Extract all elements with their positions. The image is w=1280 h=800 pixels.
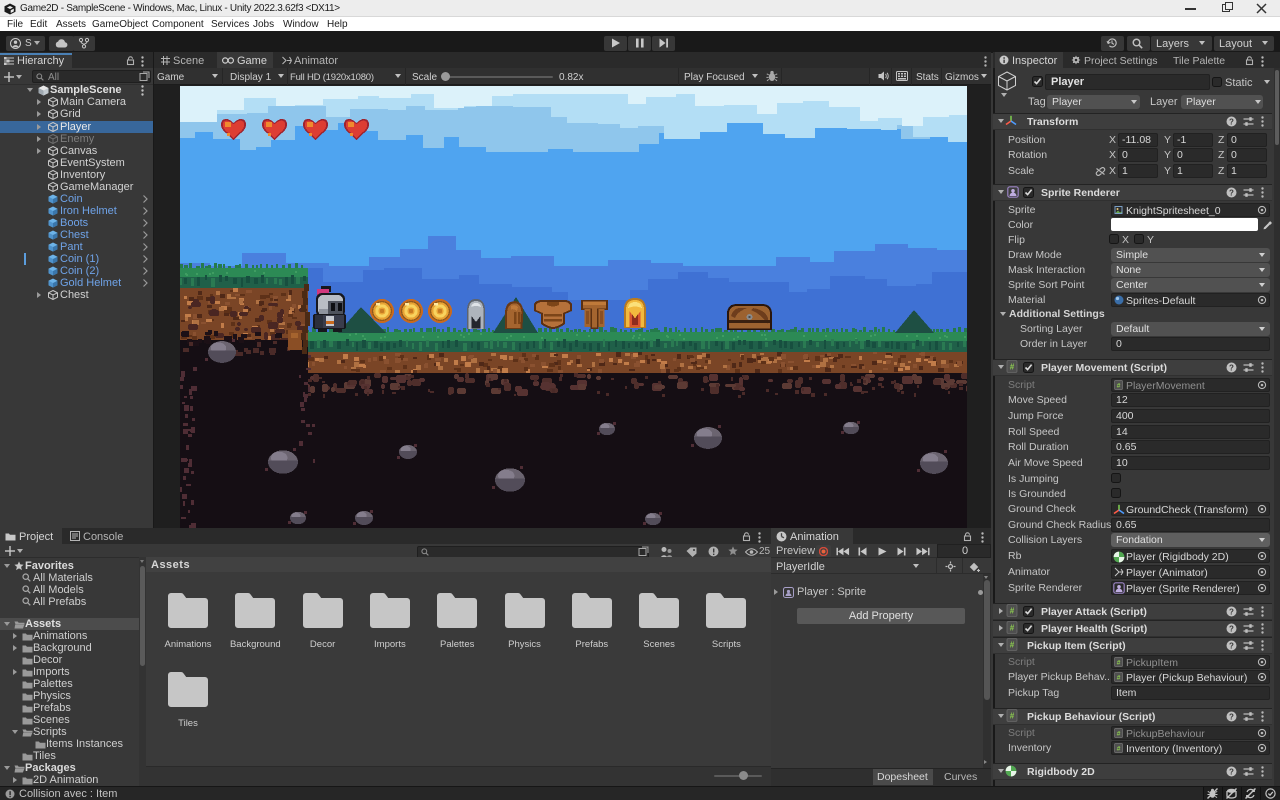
svg-text:#: # [1117, 746, 1121, 753]
svg-text:#: # [1117, 660, 1121, 667]
svg-text:#: # [1117, 675, 1121, 682]
svg-text:#: # [1010, 641, 1015, 650]
svg-text:?: ? [1229, 712, 1234, 721]
svg-text:?: ? [1229, 607, 1234, 616]
svg-text:#: # [1010, 712, 1015, 721]
svg-text:#: # [1117, 731, 1121, 738]
svg-text:?: ? [1229, 117, 1234, 126]
svg-text:?: ? [1229, 188, 1234, 197]
svg-text:#: # [1010, 607, 1015, 616]
svg-text:?: ? [1229, 624, 1234, 633]
svg-text:#: # [1117, 383, 1121, 390]
svg-text:#: # [1010, 624, 1015, 633]
svg-text:?: ? [1229, 767, 1234, 776]
svg-text:?: ? [1229, 363, 1234, 372]
svg-text:#: # [1010, 363, 1015, 372]
svg-text:?: ? [1229, 641, 1234, 650]
